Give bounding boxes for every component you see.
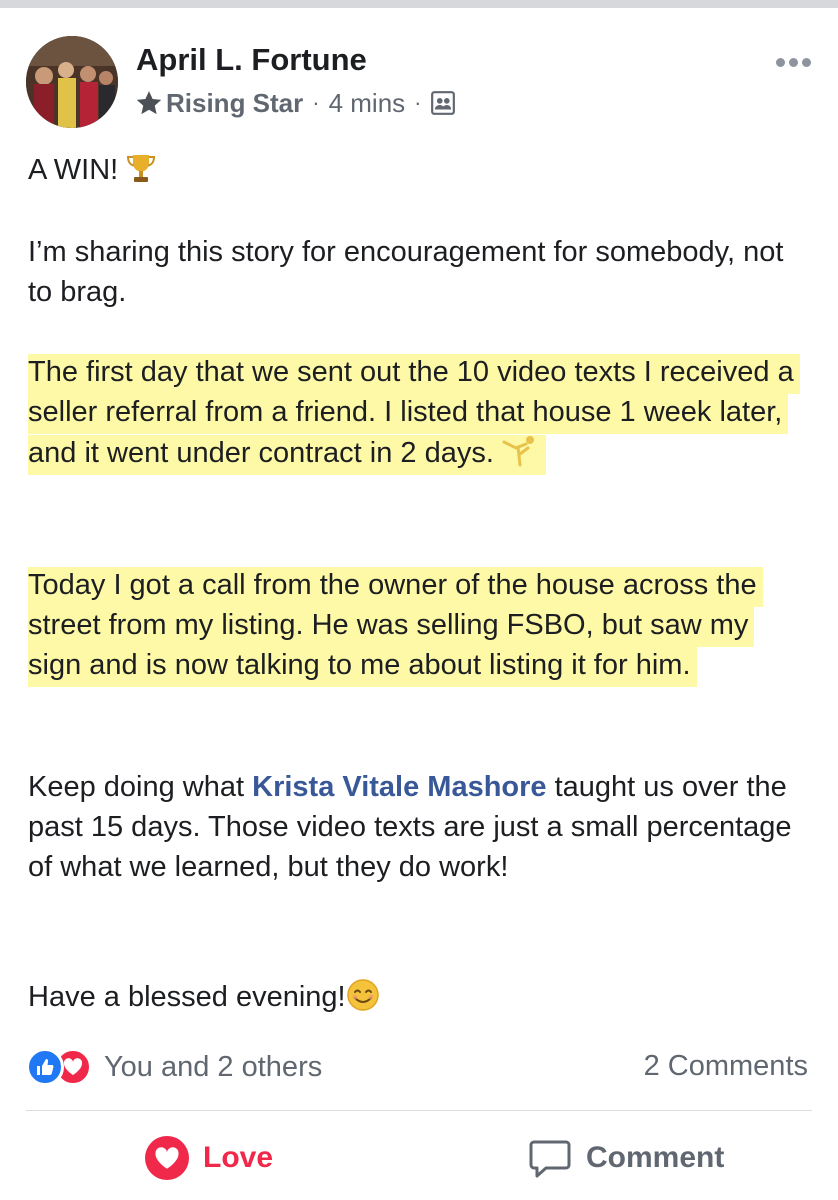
comment-bubble-icon bbox=[529, 1140, 571, 1178]
post-paragraph-1: A WIN! bbox=[28, 150, 808, 190]
heart-icon bbox=[145, 1136, 189, 1180]
footer-divider bbox=[26, 1110, 812, 1111]
highlighted-text: The first day that we sent out the 10 vi… bbox=[28, 354, 800, 475]
feed-divider bbox=[0, 0, 838, 8]
post-paragraph-5: Keep doing what Krista Vitale Mashore ta… bbox=[28, 771, 792, 883]
comment-label: Comment bbox=[586, 1141, 725, 1174]
more-options-icon[interactable] bbox=[776, 58, 811, 67]
thumbs-up-icon bbox=[26, 1048, 64, 1086]
meta-separator: · bbox=[414, 90, 422, 115]
cartwheel-emoji bbox=[499, 435, 546, 475]
star-icon bbox=[136, 91, 162, 115]
trophy-emoji bbox=[127, 155, 156, 182]
comment-button[interactable]: Comment bbox=[528, 1132, 724, 1184]
smiling-face-emoji bbox=[346, 979, 379, 1011]
love-button[interactable]: Love bbox=[145, 1132, 273, 1184]
post-paragraph-4: Today I got a call from the owner of the… bbox=[28, 565, 808, 687]
member-badge: Rising Star bbox=[166, 87, 304, 118]
reactions-count: You and 2 others bbox=[104, 1050, 323, 1083]
love-label: Love bbox=[203, 1141, 274, 1174]
reactions-summary[interactable]: You and 2 others bbox=[26, 1048, 322, 1086]
group-privacy-icon bbox=[431, 91, 456, 115]
comments-count[interactable]: 2 Comments bbox=[644, 1050, 808, 1083]
mention-link[interactable]: Krista Vitale Mashore bbox=[252, 771, 546, 803]
post-meta: Rising Star · 4 mins · bbox=[134, 86, 456, 120]
post-paragraph-3: The first day that we sent out the 10 vi… bbox=[28, 352, 808, 475]
post-time[interactable]: 4 mins bbox=[329, 88, 406, 119]
post-paragraph-2: I’m sharing this story for encouragement… bbox=[28, 236, 784, 308]
author-name[interactable]: April L. Fortune bbox=[136, 42, 367, 78]
post-paragraph-6: Have a blessed evening! bbox=[28, 977, 808, 1017]
avatar[interactable] bbox=[26, 36, 118, 128]
meta-separator: · bbox=[312, 90, 320, 115]
highlighted-text: Today I got a call from the owner of the… bbox=[28, 567, 763, 687]
